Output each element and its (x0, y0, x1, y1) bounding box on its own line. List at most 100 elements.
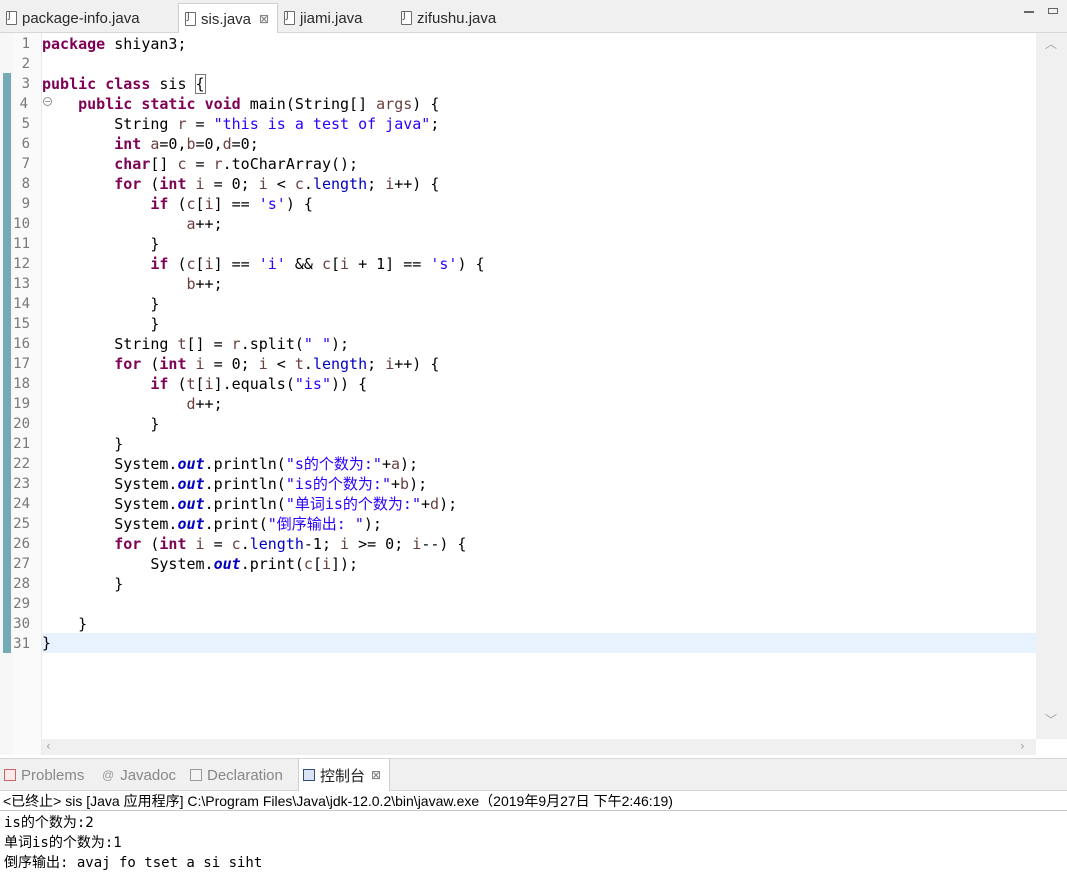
code-line-10: a++; (186, 215, 223, 233)
minimize-button[interactable] (1024, 11, 1034, 13)
line-number: 24 (13, 496, 30, 512)
code-text-area[interactable]: package shiyan3; public class sis { publ… (42, 33, 1036, 733)
code-line-20: } (150, 415, 160, 433)
matching-bracket: { (194, 74, 206, 94)
line-number: 1 (21, 36, 30, 52)
scroll-right-icon[interactable]: › (1020, 739, 1025, 753)
line-number: 30 (13, 616, 30, 632)
tab-javadoc[interactable]: @ Javadoc (102, 759, 176, 791)
line-number-ruler: 1 2 3 4 5 6 7 8 9 10 11 12 13 14 15 16 1… (13, 33, 52, 755)
code-line-18: if (t[i].equals("is")) { (150, 375, 368, 393)
tab-label: Javadoc (120, 766, 177, 784)
line-number: 9 (21, 196, 30, 212)
line-number: 18 (13, 376, 30, 392)
code-line-4: public static void main(String[] args) { (78, 95, 440, 113)
console-status-line: <已终止> sis [Java 应用程序] C:\Program Files\J… (0, 791, 1067, 811)
maximize-button[interactable] (1048, 8, 1058, 14)
line-number: 21 (13, 436, 30, 452)
console-line: 倒序输出: avaj fo tset a si siht (4, 855, 263, 871)
editor-tab-bar: package-info.java sis.java ⊠ jiami.java … (0, 0, 1067, 34)
code-line-9: if (c[i] == 's') { (150, 195, 313, 213)
code-line-27: System.out.print(c[i]); (150, 555, 359, 573)
tab-package-info[interactable]: package-info.java (0, 3, 178, 33)
line-number: 19 (13, 396, 30, 412)
code-line-24: System.out.println("单词is的个数为:"+d); (114, 495, 458, 513)
tab-console[interactable]: 控制台 ⊠ (298, 759, 391, 791)
line-number: 12 (13, 256, 30, 272)
line-number: 20 (13, 416, 30, 432)
code-line-16: String t[] = r.split(" "); (114, 335, 350, 353)
line-number: 26 (13, 536, 30, 552)
code-line-15: } (150, 315, 160, 333)
line-number: 2 (21, 56, 30, 72)
tab-label: jiami.java (300, 9, 363, 27)
line-number: 16 (13, 336, 30, 352)
line-number: 3 (21, 76, 30, 92)
tab-label: sis.java (201, 10, 252, 28)
line-number: 23 (13, 476, 30, 492)
line-number: 13 (13, 276, 30, 292)
close-icon[interactable]: ⊠ (259, 12, 269, 26)
scroll-down-icon[interactable]: ﹀ (1045, 711, 1057, 728)
javadoc-icon: @ (102, 768, 115, 782)
console-line: is的个数为:2 (4, 815, 94, 831)
tab-problems[interactable]: Problems (4, 759, 84, 791)
code-line-8: for (int i = 0; i < c.length; i++) { (114, 175, 440, 193)
tab-sis[interactable]: sis.java ⊠ (178, 3, 278, 34)
code-line-17: for (int i = 0; i < t.length; i++) { (114, 355, 440, 373)
code-line-22: System.out.println("s的个数为:"+a); (114, 455, 419, 473)
code-line-5: String r = "this is a test of java"; (114, 115, 440, 133)
code-line-13: b++; (186, 275, 223, 293)
code-line-11: } (150, 235, 160, 253)
vertical-scrollbar[interactable]: ︿ ﹀ (1036, 33, 1067, 739)
tab-label: Declaration (207, 766, 283, 784)
horizontal-scrollbar[interactable]: ‹ › (42, 739, 1036, 755)
code-line-23: System.out.println("is的个数为:"+b); (114, 475, 428, 493)
java-file-icon (185, 12, 196, 26)
console-line: 单词is的个数为:1 (4, 835, 122, 851)
line-number: 17 (13, 356, 30, 372)
code-line-31-current: } (42, 633, 1036, 653)
code-line-25: System.out.print("倒序输出: "); (114, 515, 382, 533)
line-number: 22 (13, 456, 30, 472)
scroll-left-icon[interactable]: ‹ (46, 739, 51, 753)
line-number: 31 (13, 636, 30, 652)
scroll-up-icon[interactable]: ︿ (1045, 35, 1057, 52)
declaration-icon (190, 769, 202, 781)
code-line-19: d++; (186, 395, 223, 413)
line-number: 5 (21, 116, 30, 132)
close-icon[interactable]: ⊠ (371, 768, 381, 782)
tab-label: zifushu.java (417, 9, 497, 27)
code-line-7: char[] c = r.toCharArray(); (114, 155, 359, 173)
code-line-14: } (150, 295, 160, 313)
code-line-12: if (c[i] == 'i' && c[i + 1] == 's') { (150, 255, 485, 273)
tab-jiami[interactable]: jiami.java (278, 3, 390, 33)
quick-diff-bar (3, 73, 11, 653)
java-file-icon (401, 11, 412, 25)
line-number: 27 (13, 556, 30, 572)
code-line-3: public class sis { (42, 74, 206, 94)
java-file-icon (284, 11, 295, 25)
tab-zifushu[interactable]: zifushu.java (395, 3, 525, 33)
line-number: 4 (19, 96, 28, 112)
console-output[interactable]: is的个数为:2 单词is的个数为:1 倒序输出: avaj fo tset a… (0, 811, 1067, 891)
problems-icon (4, 769, 16, 781)
java-file-icon (6, 11, 17, 25)
console-icon (303, 769, 315, 781)
line-number: 7 (21, 156, 30, 172)
line-number: 11 (13, 236, 30, 252)
tab-label: 控制台 (320, 767, 366, 785)
tab-declaration[interactable]: Declaration (190, 759, 283, 791)
code-line-21: } (114, 435, 124, 453)
line-number: 14 (13, 296, 30, 312)
line-number: 28 (13, 576, 30, 592)
line-number: 15 (13, 316, 30, 332)
line-number: 25 (13, 516, 30, 532)
view-tab-bar: Problems @ Javadoc Declaration 控制台 ⊠ (0, 758, 1067, 791)
line-number: 10 (13, 216, 30, 232)
code-line-26: for (int i = c.length-1; i >= 0; i--) { (114, 535, 467, 553)
code-line-1: package shiyan3; (42, 35, 187, 53)
tab-label: Problems (21, 766, 85, 784)
code-editor[interactable]: 1 2 3 4 5 6 7 8 9 10 11 12 13 14 15 16 1… (0, 33, 1067, 755)
code-line-28: } (114, 575, 124, 593)
